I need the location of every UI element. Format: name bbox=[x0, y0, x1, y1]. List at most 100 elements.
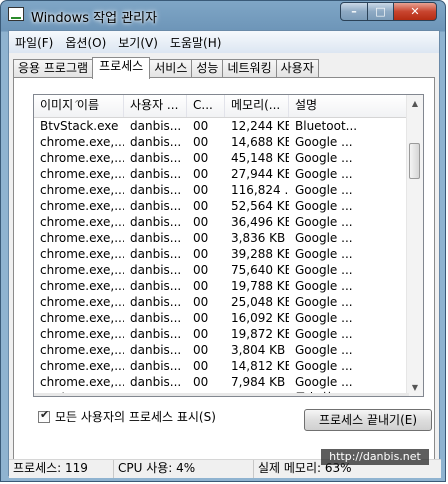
minimize-button[interactable]: – bbox=[340, 2, 368, 21]
table-row[interactable]: chrome.exe,... danbis... 00 3,836 KB Google … bbox=[34, 230, 409, 246]
table-row[interactable]: chrome.exe,... danbis... 00 19,872 KB Google… bbox=[34, 326, 409, 342]
table-row[interactable]: chrome.exe,... danbis... 00 16,092 KB Google… bbox=[34, 310, 409, 326]
table-row[interactable]: chrome.exe,... danbis... 00 52,564 KB Google… bbox=[34, 198, 409, 214]
show-all-users-checkbox[interactable]: ✔ bbox=[38, 407, 50, 423]
menu-help[interactable]: 도움말(H) bbox=[164, 34, 228, 51]
cpu-cell: 00 bbox=[193, 231, 209, 245]
table-row[interactable]: chrome.exe,... danbis... 00 116,824 ... Goog… bbox=[34, 182, 409, 198]
table-row[interactable]: chrome.exe,... danbis... 00 19,788 KB Google… bbox=[34, 278, 409, 294]
tab-processes[interactable]: 프로세스 bbox=[92, 57, 151, 79]
user-name-cell: danbis... bbox=[130, 215, 182, 229]
memory-cell: 75,640 KB bbox=[231, 263, 289, 277]
cpu-cell: 00 bbox=[193, 327, 209, 341]
description-cell: Google ... bbox=[295, 295, 353, 309]
process-list[interactable]: 이미지 이름 ^ 사용자 ... C... 메모리(... 설명 BtvStac… bbox=[33, 94, 424, 397]
memory-cell: 3,804 KB bbox=[231, 343, 286, 357]
memory-cell: 39,288 KB bbox=[231, 247, 289, 261]
scroll-down-arrow-icon[interactable]: ▼ bbox=[407, 379, 423, 396]
description-cell: Google ... bbox=[295, 167, 353, 181]
table-row[interactable]: chrome.exe,... danbis... 00 27,944 KB Google… bbox=[34, 166, 409, 182]
table-row[interactable]: chrome.exe,... danbis... 00 7,984 KB Google … bbox=[34, 374, 409, 390]
cpu-cell: 00 bbox=[193, 279, 209, 293]
end-process-button[interactable]: 프로세스 끝내기(E) bbox=[304, 409, 432, 431]
table-row[interactable]: BtvStack.exe danbis... 00 12,244 KB Bluetoot… bbox=[34, 118, 409, 134]
user-name-cell: danbis... bbox=[130, 311, 182, 325]
description-cell: Google ... bbox=[295, 151, 353, 165]
image-name-cell: chrome.exe,... bbox=[40, 183, 124, 197]
table-row[interactable]: chrome.exe,... danbis... 00 14,812 KB Google… bbox=[34, 358, 409, 374]
description-cell: Google ... bbox=[295, 231, 353, 245]
client-area: 파일(F) 옵션(O) 보기(V) 도움말(H) 응용 프로그램 프로세스 서비… bbox=[8, 30, 441, 478]
column-header-row: 이미지 이름 ^ 사용자 ... C... 메모리(... 설명 bbox=[34, 95, 409, 118]
checkmark-icon: ✔ bbox=[40, 407, 50, 421]
tab-users[interactable]: 사용자 bbox=[275, 59, 319, 78]
processes-panel: 이미지 이름 ^ 사용자 ... C... 메모리(... 설명 BtvStac… bbox=[13, 77, 435, 469]
process-rows: BtvStack.exe danbis... 00 12,244 KB Bluetoot… bbox=[34, 118, 409, 396]
tab-services[interactable]: 서비스 bbox=[149, 59, 193, 78]
user-name-cell: danbis... bbox=[130, 343, 182, 357]
cpu-cell: 00 bbox=[193, 247, 209, 261]
table-row[interactable]: chrome.exe,... danbis... 00 75,640 KB Google… bbox=[34, 262, 409, 278]
memory-cell: 3,836 KB bbox=[231, 231, 286, 245]
description-cell: Google ... bbox=[295, 183, 353, 197]
maximize-button[interactable]: □ bbox=[367, 2, 394, 21]
description-cell: Google ... bbox=[295, 279, 353, 293]
description-cell: Google ... bbox=[295, 247, 353, 261]
vertical-scrollbar[interactable]: ▲ ▼ bbox=[406, 95, 423, 396]
user-name-cell: danbis... bbox=[130, 375, 182, 389]
column-memory[interactable]: 메모리(... bbox=[225, 95, 289, 117]
column-description[interactable]: 설명 bbox=[289, 95, 409, 117]
cpu-cell: 00 bbox=[193, 375, 209, 389]
table-row[interactable]: chrome.exe,... danbis... 00 3,804 KB Google … bbox=[34, 342, 409, 358]
cpu-cell: 00 bbox=[193, 151, 209, 165]
table-row[interactable]: chrome.exe,... danbis... 00 36,496 KB Google… bbox=[34, 214, 409, 230]
task-manager-window: Windows 작업 관리자 – □ ✕ 파일(F) 옵션(O) 보기(V) 도… bbox=[0, 0, 446, 482]
memory-cell: 45,148 KB bbox=[231, 151, 289, 165]
image-name-cell: chrome.exe,... bbox=[40, 199, 124, 213]
image-name-cell: BtvStack.exe bbox=[40, 119, 119, 133]
window-title: Windows 작업 관리자 bbox=[31, 11, 158, 26]
column-image-name[interactable]: 이미지 이름 ^ bbox=[34, 95, 124, 117]
tab-performance[interactable]: 성능 bbox=[191, 59, 224, 78]
memory-cell: 19,872 KB bbox=[231, 327, 289, 341]
table-row[interactable]: chrome.exe,... danbis... 00 25,048 KB Google… bbox=[34, 294, 409, 310]
image-name-cell: chrome.exe,... bbox=[40, 247, 124, 261]
status-process-count: 프로세스: 119 bbox=[9, 460, 114, 478]
description-cell: Google ... bbox=[295, 215, 353, 229]
image-name-cell: chrome.exe,... bbox=[40, 343, 124, 357]
watermark: http://danbis.net bbox=[321, 449, 429, 465]
image-name-cell: chrome.exe,... bbox=[40, 375, 124, 389]
menu-view[interactable]: 보기(V) bbox=[112, 34, 164, 51]
scroll-up-arrow-icon[interactable]: ▲ bbox=[407, 95, 423, 112]
menu-options[interactable]: 옵션(O) bbox=[59, 34, 112, 51]
horizontal-scrollbar[interactable] bbox=[34, 393, 409, 396]
tab-networking[interactable]: 네트워킹 bbox=[222, 59, 277, 78]
show-all-users-label: 모든 사용자의 프로세스 표시(S) bbox=[55, 410, 216, 424]
table-row[interactable]: chrome.exe,... danbis... 00 14,688 KB Google… bbox=[34, 134, 409, 150]
cpu-cell: 00 bbox=[193, 183, 209, 197]
cpu-cell: 00 bbox=[193, 167, 209, 181]
scroll-thumb[interactable] bbox=[409, 143, 420, 179]
sort-ascending-icon: ^ bbox=[74, 99, 81, 108]
column-user-name[interactable]: 사용자 ... bbox=[124, 95, 187, 117]
memory-cell: 19,788 KB bbox=[231, 279, 289, 293]
user-name-cell: danbis... bbox=[130, 295, 182, 309]
table-row[interactable]: chrome.exe,... danbis... 00 45,148 KB Google… bbox=[34, 150, 409, 166]
memory-cell: 116,824 ... bbox=[231, 183, 289, 197]
title-bar[interactable]: Windows 작업 관리자 – □ ✕ bbox=[1, 1, 445, 29]
cpu-cell: 00 bbox=[193, 215, 209, 229]
column-cpu[interactable]: C... bbox=[187, 95, 225, 117]
description-cell: Google ... bbox=[295, 327, 353, 341]
image-name-cell: chrome.exe,... bbox=[40, 151, 124, 165]
user-name-cell: danbis... bbox=[130, 199, 182, 213]
user-name-cell: danbis... bbox=[130, 247, 182, 261]
show-all-users-option[interactable]: ✔ 모든 사용자의 프로세스 표시(S) bbox=[38, 408, 216, 425]
memory-cell: 14,812 KB bbox=[231, 359, 289, 373]
close-button[interactable]: ✕ bbox=[393, 2, 437, 21]
table-row[interactable]: chrome.exe,... danbis... 00 39,288 KB Google… bbox=[34, 246, 409, 262]
memory-cell: 16,092 KB bbox=[231, 311, 289, 325]
image-name-cell: chrome.exe,... bbox=[40, 359, 124, 373]
memory-cell: 52,564 KB bbox=[231, 199, 289, 213]
menu-file[interactable]: 파일(F) bbox=[9, 34, 59, 51]
tab-applications[interactable]: 응용 프로그램 bbox=[13, 59, 94, 78]
